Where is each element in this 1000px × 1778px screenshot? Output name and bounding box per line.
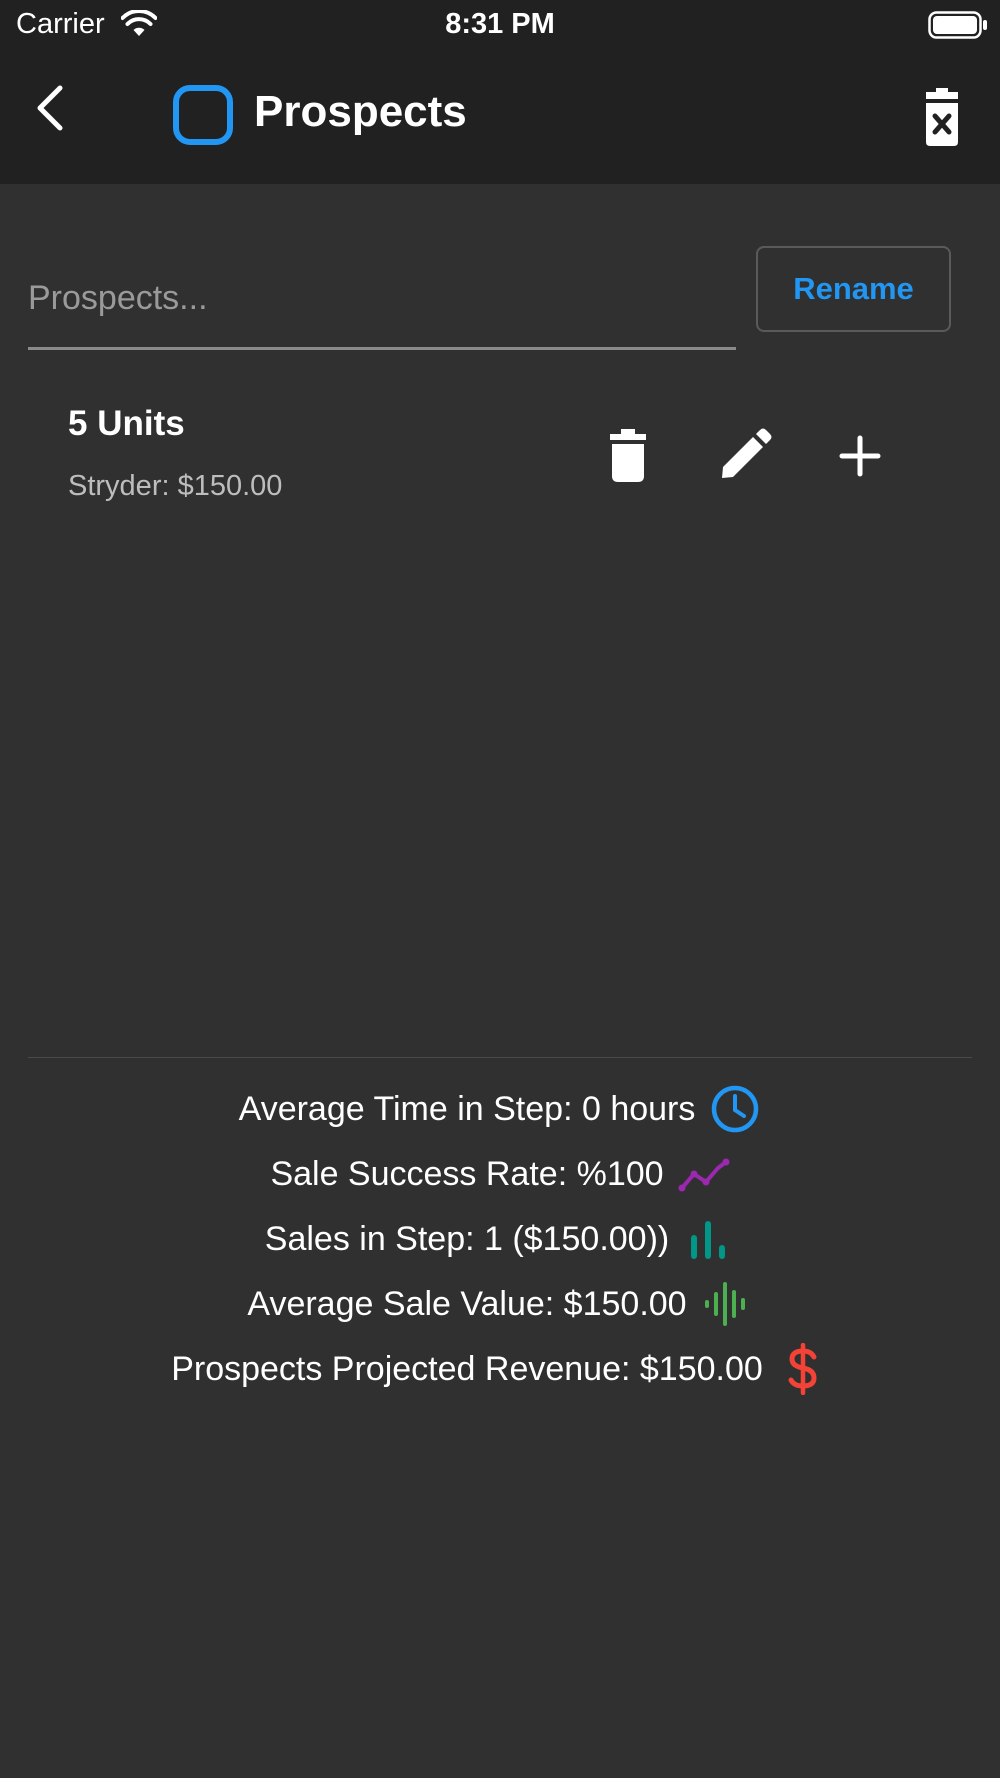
trending-line-icon bbox=[678, 1158, 730, 1192]
stat-label: Sale Success Rate: %100 bbox=[270, 1154, 664, 1193]
item-title: 5 Units bbox=[68, 404, 185, 443]
status-bar: Carrier 8:31 PM bbox=[0, 0, 1000, 50]
clock-icon bbox=[712, 1085, 759, 1133]
stat-projected-revenue: Prospects Projected Revenue: $150.00 bbox=[0, 1341, 1000, 1397]
stat-label: Sales in Step: 1 ($150.00)) bbox=[264, 1219, 670, 1258]
stat-average-sale-value: Average Sale Value: $150.00 bbox=[0, 1276, 1000, 1332]
app-bar: Prospects bbox=[0, 50, 1000, 184]
back-button[interactable] bbox=[26, 80, 82, 136]
bar-chart-icon bbox=[691, 1221, 726, 1259]
rename-button[interactable]: Rename bbox=[756, 246, 951, 332]
add-item-button[interactable] bbox=[830, 426, 890, 486]
dollar-icon bbox=[788, 1343, 817, 1395]
stat-label: Prospects Projected Revenue: $150.00 bbox=[171, 1349, 763, 1388]
battery-icon bbox=[928, 11, 987, 39]
delete-item-button[interactable] bbox=[598, 426, 658, 486]
stat-label: Average Sale Value: $150.00 bbox=[247, 1284, 687, 1323]
item-subtitle: Stryder: $150.00 bbox=[68, 470, 283, 502]
app-screen: Carrier 8:31 PM Prospects Rename 5 bbox=[0, 0, 1000, 1778]
delete-all-button[interactable] bbox=[912, 88, 972, 148]
waveform-icon bbox=[704, 1282, 745, 1326]
stat-success-rate: Sale Success Rate: %100 bbox=[0, 1146, 1000, 1202]
stat-sales-in-step: Sales in Step: 1 ($150.00)) bbox=[0, 1211, 1000, 1267]
edit-item-button[interactable] bbox=[714, 426, 774, 486]
stat-label: Average Time in Step: 0 hours bbox=[238, 1089, 696, 1128]
stat-average-time: Average Time in Step: 0 hours bbox=[0, 1081, 1000, 1137]
stats-divider bbox=[28, 1057, 972, 1058]
clock-time: 8:31 PM bbox=[445, 8, 555, 40]
page-title: Prospects bbox=[254, 87, 467, 136]
rounded-square-logo-icon bbox=[173, 85, 233, 145]
list-name-input[interactable] bbox=[28, 250, 736, 350]
